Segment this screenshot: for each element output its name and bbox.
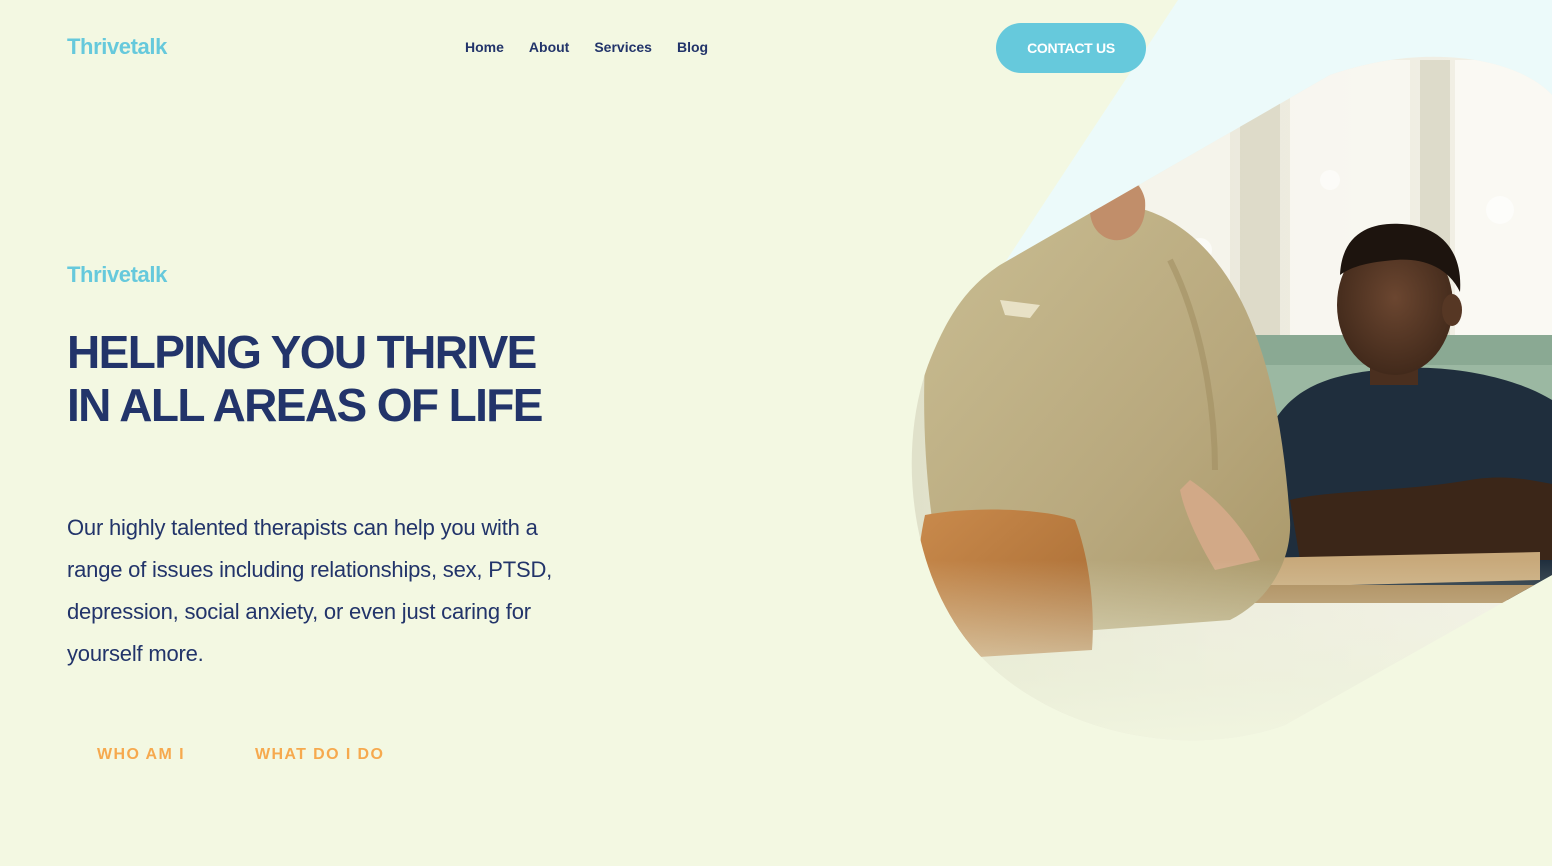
nav-services[interactable]: Services <box>594 39 652 55</box>
nav-blog[interactable]: Blog <box>677 39 708 55</box>
hero-title-line-1: HELPING YOU THRIVE <box>67 326 537 378</box>
who-am-i-link[interactable]: WHO AM I <box>97 746 185 764</box>
page: Thrivetalk Home About Services Blog CONT… <box>0 0 1552 866</box>
hero-description: Our highly talented therapists can help … <box>67 515 553 666</box>
contact-us-button[interactable]: CONTACT US <box>996 23 1146 73</box>
hero-brand: Thrivetalk <box>67 262 167 287</box>
what-do-i-do-link[interactable]: WHAT DO I DO <box>255 746 384 764</box>
hero-title: HELPING YOU THRIVE IN ALL AREAS OF LIFE <box>67 326 587 432</box>
brand-logo[interactable]: Thrivetalk <box>67 34 167 60</box>
nav-about[interactable]: About <box>529 39 569 55</box>
nav-home[interactable]: Home <box>465 39 504 55</box>
main-nav: Home About Services Blog <box>465 39 708 55</box>
hero-title-line-2: IN ALL AREAS OF LIFE <box>67 379 543 431</box>
cta-links: WHO AM I WHAT DO I DO <box>97 746 384 764</box>
background-shape <box>1000 0 1552 270</box>
